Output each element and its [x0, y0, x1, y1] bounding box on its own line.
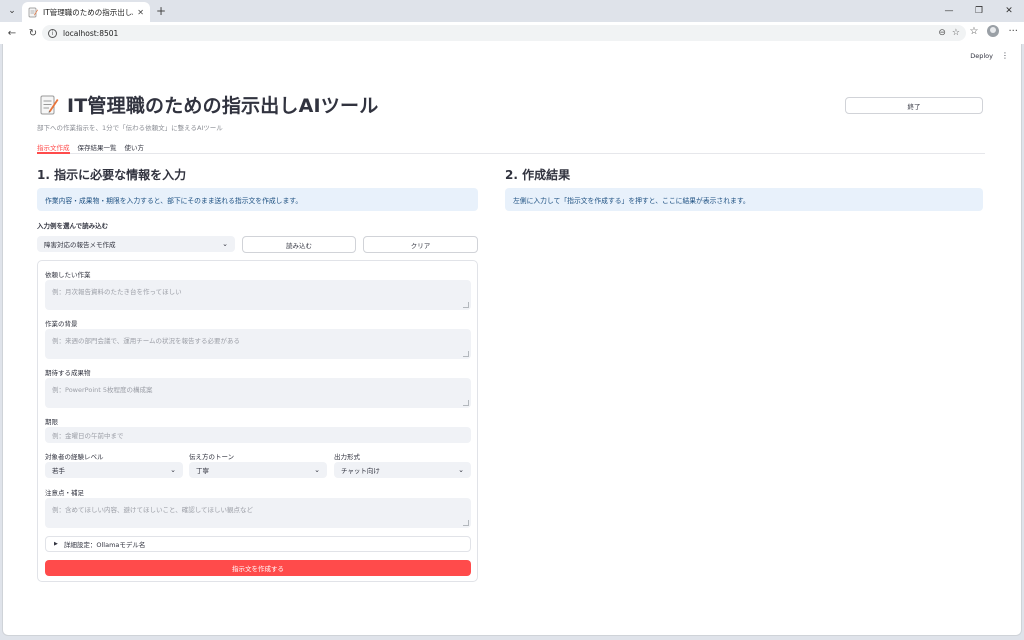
chevron-down-icon: ⌄	[314, 466, 320, 474]
main-menu-icon[interactable]: ⋮	[1001, 51, 1009, 60]
favorites-icon[interactable]: ☆	[969, 26, 978, 37]
create-instruction-button[interactable]: 指示文を作成する	[45, 560, 471, 576]
quit-button[interactable]: 終了	[845, 97, 983, 114]
toolbar-right: ☆ ···	[969, 25, 1018, 37]
advanced-settings-expander[interactable]: ▶ 詳細設定：Ollamaモデル名	[45, 536, 471, 552]
input-info-box: 作業内容・成果物・期限を入力すると、部下にそのまま送れる指示文を作成します。	[37, 188, 478, 211]
example-select-value: 障害対応の報告メモ作成	[44, 241, 116, 249]
result-info-box: 左側に入力して「指示文を作成する」を押すと、ここに結果が表示されます。	[505, 188, 983, 211]
advanced-settings-label: 詳細設定：Ollamaモデル名	[63, 541, 146, 549]
experience-select-value: 若手	[52, 467, 65, 475]
browser-tabstrip: ⌄ IT管理職のための指示出しAIツール ✕ + — ❐ ✕	[0, 0, 1024, 22]
task-label: 依頼したい作業	[45, 271, 91, 279]
page-title: IT管理職のための指示出しAIツール	[39, 91, 378, 118]
format-label: 出力形式	[334, 453, 360, 461]
format-select-value: チャット向け	[341, 467, 380, 475]
chevron-down-icon: ⌄	[222, 240, 228, 248]
browser-toolbar: ← ↻ i localhost:8501 ⊖ ☆ ☆ ···	[0, 22, 1024, 44]
tab-how-to-use[interactable]: 使い方	[125, 138, 145, 154]
input-section-heading: 1. 指示に必要な情報を入力	[37, 168, 187, 182]
url-text[interactable]: localhost:8501	[63, 29, 932, 38]
tab-list-chevron-icon[interactable]: ⌄	[4, 3, 20, 19]
page-subtitle: 部下への作業指示を、1分で「伝わる依頼文」に整えるAIツール	[37, 124, 223, 132]
deadline-label: 期限	[45, 418, 58, 426]
example-label: 入力例を選んで読み込む	[37, 222, 109, 230]
page-tabs: 指示文作成 保存結果一覧 使い方	[37, 138, 985, 154]
zoom-icon[interactable]: ⊖	[938, 28, 946, 38]
restore-icon[interactable]: ❐	[964, 0, 994, 22]
minimize-icon[interactable]: —	[934, 0, 964, 22]
chevron-down-icon: ⌄	[170, 466, 176, 474]
experience-select[interactable]: 若手 ⌄	[45, 462, 183, 478]
address-bar[interactable]: i localhost:8501 ⊖ ☆	[42, 25, 966, 41]
site-info-icon[interactable]: i	[48, 28, 57, 38]
tab-saved-results[interactable]: 保存結果一覧	[78, 138, 117, 154]
input-form: 依頼したい作業 例：月次報告資料のたたき台を作ってほしい 作業の背景 例：来週の…	[37, 260, 478, 582]
close-icon[interactable]: ✕	[137, 8, 144, 17]
background-label: 作業の背景	[45, 320, 78, 328]
format-select[interactable]: チャット向け ⌄	[334, 462, 471, 478]
profile-avatar[interactable]	[987, 25, 1000, 37]
back-arrow-icon[interactable]: ←	[3, 24, 21, 42]
chevron-down-icon: ⌄	[458, 466, 464, 474]
memo-icon	[40, 95, 59, 114]
deploy-button[interactable]: Deploy	[970, 52, 993, 60]
deliverable-label: 期待する成果物	[45, 369, 91, 377]
chevron-right-icon: ▶	[54, 541, 58, 547]
notes-label: 注意点・補足	[45, 489, 84, 497]
browser-tab[interactable]: IT管理職のための指示出しAIツール ✕	[22, 2, 150, 22]
clear-button[interactable]: クリア	[363, 236, 478, 253]
experience-label: 対象者の経験レベル	[45, 453, 104, 461]
tone-select-value: 丁寧	[196, 467, 209, 475]
example-select[interactable]: 障害対応の報告メモ作成 ⌄	[37, 236, 235, 252]
tone-select[interactable]: 丁寧 ⌄	[189, 462, 327, 478]
bookmark-star-icon[interactable]: ☆	[952, 28, 960, 38]
result-section-heading: 2. 作成結果	[505, 168, 571, 182]
memo-icon	[28, 7, 38, 17]
window-close-icon[interactable]: ✕	[994, 0, 1024, 22]
page-title-text: IT管理職のための指示出しAIツール	[67, 95, 379, 117]
page-viewport: Deploy ⋮ IT管理職のための指示出しAIツール 部下への作業指示を、1分…	[2, 44, 1022, 636]
task-textarea[interactable]: 例：月次報告資料のたたき台を作ってほしい	[45, 280, 471, 310]
tab-create[interactable]: 指示文作成	[37, 138, 70, 154]
more-menu-icon[interactable]: ···	[1008, 26, 1018, 37]
browser-tab-title: IT管理職のための指示出しAIツール	[43, 7, 133, 17]
window-controls: — ❐ ✕	[934, 0, 1024, 22]
tone-label: 伝え方のトーン	[189, 453, 235, 461]
background-textarea[interactable]: 例：来週の部門会議で、運用チームの状況を報告する必要がある	[45, 329, 471, 359]
deadline-input[interactable]: 例：金曜日の午前中まで	[45, 427, 471, 443]
reload-icon[interactable]: ↻	[24, 24, 42, 42]
new-tab-plus-icon[interactable]: +	[153, 3, 169, 19]
load-button[interactable]: 読み込む	[242, 236, 356, 253]
deliverable-textarea[interactable]: 例：PowerPoint 5枚程度の構成案	[45, 378, 471, 408]
notes-textarea[interactable]: 例：含めてほしい内容、避けてほしいこと、確認してほしい観点など	[45, 498, 471, 528]
